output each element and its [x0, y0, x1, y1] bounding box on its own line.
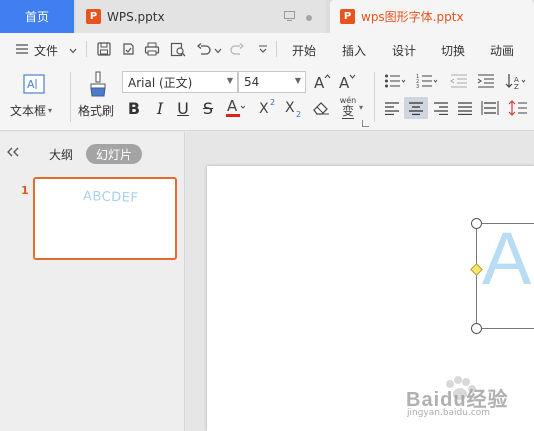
tab-slides[interactable]: 幻灯片 — [86, 144, 142, 164]
menu-bar: 文件 开始 插入 设计 切换 动画 — [0, 33, 534, 65]
chevron-down-icon[interactable] — [210, 43, 226, 59]
slide-thumbnail[interactable]: ABCDEF — [33, 177, 177, 260]
svg-text:A: A — [227, 97, 238, 115]
print-icon[interactable] — [144, 41, 160, 57]
divider — [374, 72, 375, 122]
numbering-icon[interactable]: 123 — [416, 73, 438, 89]
tab-wps-pptx[interactable]: P WPS.pptx — [76, 0, 326, 33]
tab-label: wps图形字体.pptx — [361, 10, 464, 24]
slide-number: 1 — [21, 184, 29, 197]
document-tab-bar: 首页 P WPS.pptx P wps图形字体.pptx — [0, 0, 534, 33]
justify-icon[interactable] — [456, 99, 474, 117]
tab-slides-label: 幻灯片 — [95, 147, 132, 162]
increase-indent-icon[interactable] — [477, 73, 495, 89]
slide-canvas[interactable]: A — [207, 166, 534, 431]
distributed-align-icon[interactable] — [481, 99, 499, 117]
italic-icon[interactable]: I — [152, 99, 168, 118]
resize-handle-bottom-left[interactable] — [471, 323, 482, 334]
redo-icon[interactable] — [229, 41, 245, 57]
collapse-panel-icon[interactable] — [7, 146, 19, 160]
svg-text:A: A — [27, 78, 35, 91]
customize-toolbar-icon[interactable] — [255, 41, 271, 57]
selection-box[interactable] — [476, 223, 534, 329]
svg-text:A: A — [314, 74, 325, 91]
pptx-file-icon: P — [86, 9, 101, 24]
tab-wps-font-pptx[interactable]: P wps图形字体.pptx — [330, 0, 534, 33]
textbox-label: 文本框 — [10, 103, 47, 118]
svg-text:X: X — [285, 100, 295, 116]
font-name-select[interactable]: Arial (正文) ▼ — [122, 71, 238, 93]
superscript-icon[interactable]: X2 — [258, 97, 278, 117]
menu-start[interactable]: 开始 — [292, 42, 316, 59]
format-painter-icon[interactable] — [86, 70, 110, 98]
align-right-icon[interactable] — [432, 99, 450, 117]
clear-formatting-icon[interactable] — [312, 99, 330, 117]
monitor-icon[interactable] — [284, 11, 295, 24]
slide-navigation-panel: 大纲 幻灯片 1 ABCDEF — [0, 132, 185, 431]
svg-text:2: 2 — [296, 110, 301, 118]
chevron-down-icon[interactable]: ▾ — [357, 103, 365, 112]
menu-design[interactable]: 设计 — [392, 42, 416, 59]
decrease-font-size-icon[interactable]: A — [338, 72, 356, 92]
print-preview-icon[interactable] — [170, 41, 186, 57]
divider — [276, 41, 277, 57]
menu-animation[interactable]: 动画 — [490, 42, 514, 59]
svg-text:Z: Z — [514, 83, 519, 90]
svg-text:X: X — [259, 101, 269, 117]
decrease-indent-icon[interactable] — [450, 73, 468, 89]
phonetic-char: 变 — [341, 104, 354, 119]
save-icon[interactable] — [96, 41, 112, 57]
divider — [86, 41, 87, 57]
strikethrough-icon[interactable]: S — [200, 99, 216, 118]
textbox-icon[interactable]: A — [22, 73, 46, 95]
hamburger-menu-icon[interactable] — [14, 41, 30, 57]
chevron-down-icon: ▼ — [294, 76, 301, 85]
font-size-value: 54 — [244, 75, 260, 89]
underline-icon[interactable]: U — [175, 99, 191, 118]
font-size-select[interactable]: 54 ▼ — [238, 71, 306, 93]
svg-text:3: 3 — [416, 84, 419, 89]
svg-text:A: A — [339, 74, 350, 91]
align-center-icon[interactable] — [404, 97, 428, 119]
export-icon[interactable] — [120, 41, 136, 57]
font-dialog-launcher-icon[interactable] — [361, 119, 369, 127]
file-menu[interactable]: 文件 — [34, 42, 58, 59]
font-name-value: Arial (正文) — [128, 75, 193, 90]
chevron-down-icon: ▾ — [48, 105, 53, 115]
align-left-icon[interactable] — [383, 99, 401, 117]
format-painter-button[interactable]: 格式刷 — [78, 102, 114, 118]
chevron-down-icon[interactable] — [65, 43, 81, 59]
unsaved-dot-icon — [306, 13, 312, 24]
bold-icon[interactable]: B — [126, 99, 142, 118]
home-tab[interactable]: 首页 — [0, 0, 74, 33]
textbox-button[interactable]: 文本框 ▾ — [10, 102, 52, 118]
font-color-icon[interactable]: A — [225, 97, 245, 119]
pptx-file-icon: P — [340, 9, 355, 24]
menu-transition[interactable]: 切换 — [441, 42, 465, 59]
divider — [70, 72, 71, 122]
chevron-down-icon: ▼ — [226, 76, 233, 85]
increase-font-size-icon[interactable]: A — [313, 72, 331, 92]
subscript-icon[interactable]: X2 — [284, 98, 304, 118]
format-painter-label: 格式刷 — [78, 103, 115, 118]
text-direction-icon[interactable]: AZ — [505, 72, 529, 90]
slide-editing-area: A — [186, 132, 534, 431]
tab-outline[interactable]: 大纲 — [49, 146, 73, 163]
bullets-icon[interactable] — [384, 73, 406, 89]
svg-text:2: 2 — [270, 98, 275, 107]
thumbnail-text: ABCDEF — [82, 189, 139, 206]
resize-handle-top-left[interactable] — [471, 218, 482, 229]
menu-insert[interactable]: 插入 — [342, 42, 366, 59]
tab-label: WPS.pptx — [107, 9, 165, 24]
line-spacing-icon[interactable] — [508, 99, 528, 117]
home-tab-label: 首页 — [24, 10, 49, 24]
